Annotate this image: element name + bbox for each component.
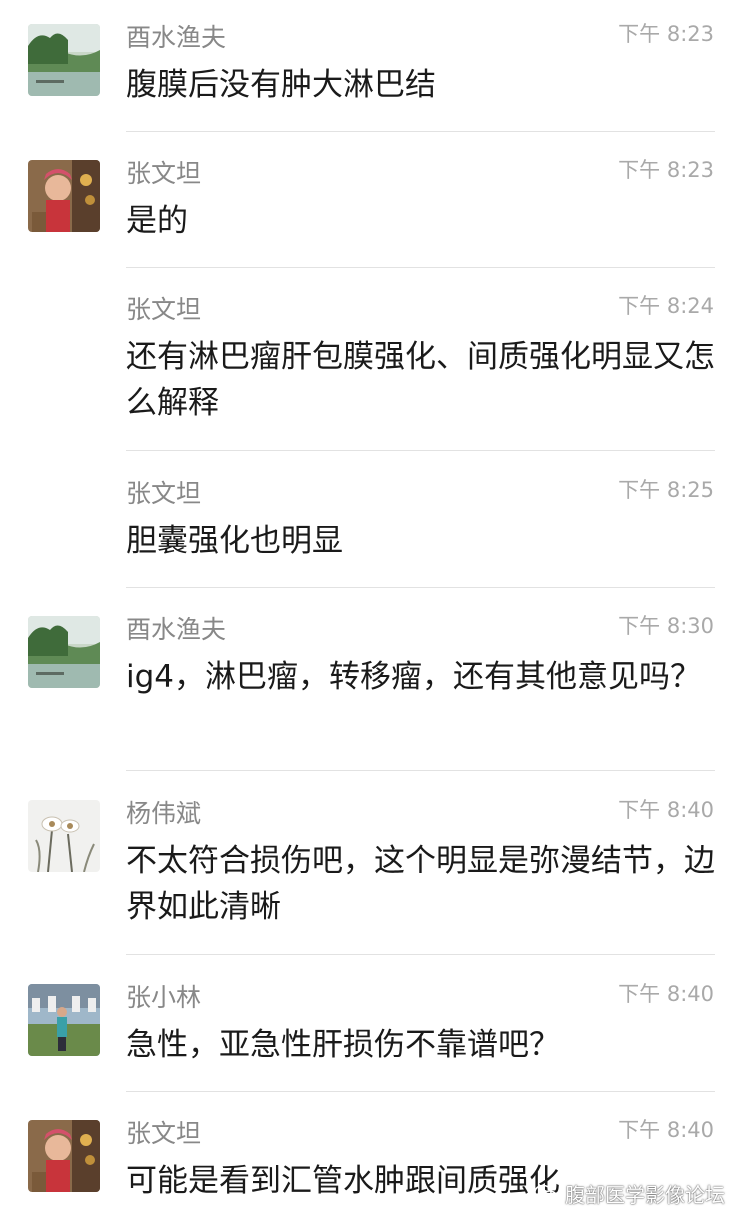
sender-name: 张小林 [126,983,202,1012]
message-time: 下午 8:30 [618,614,714,638]
watermark: 腹部医学影像论坛 [533,1179,725,1208]
message-text: ig4，淋巴瘤，转移瘤，还有其他意见吗？ [126,659,702,695]
sender-name: 张文坦 [126,479,202,508]
message-time: 下午 8:23 [618,158,714,182]
avatar-person-icon[interactable] [28,984,100,1056]
message-text: 胆囊强化也明显 [126,523,343,559]
message-time: 下午 8:40 [618,798,714,822]
avatar-riverside-icon[interactable] [28,24,100,96]
avatar-riverside-icon[interactable] [28,616,100,688]
sender-name: 张文坦 [126,1119,202,1148]
message-text: 急性，亚急性肝损伤不靠谱吧？ [126,1027,560,1063]
message-time: 下午 8:23 [618,22,714,46]
avatar-child-icon[interactable] [28,160,100,232]
sender-name: 酉水渔夫 [126,23,227,52]
sender-name: 张文坦 [126,159,202,188]
divider [126,450,715,451]
message-item[interactable]: 张文坦 下午 8:25 胆囊强化也明显 [0,456,747,588]
message-time: 下午 8:40 [618,982,714,1006]
message-item[interactable]: 张文坦 下午 8:40 可能是看到汇管水肿跟间质强化 [0,1096,747,1230]
sender-name: 杨伟斌 [126,799,202,828]
message-item[interactable]: 张小林 下午 8:40 急性，亚急性肝损伤不靠谱吧？ [0,960,747,1092]
message-time: 下午 8:25 [618,478,714,502]
divider [126,131,715,132]
divider [126,954,715,955]
sender-name: 张文坦 [126,295,202,324]
sender-name: 酉水渔夫 [126,615,227,644]
divider [126,587,715,588]
message-time: 下午 8:40 [618,1118,714,1142]
divider [126,267,715,268]
message-text: 不太符合损伤吧，这个明显是弥漫结节，边界如此清晰 [126,843,715,925]
avatar-child-icon[interactable] [28,1120,100,1192]
avatar-flowers-icon[interactable] [28,800,100,872]
message-text: 是的 [126,203,188,239]
watermark-text: 腹部医学影像论坛 [565,1183,725,1207]
message-item[interactable]: 张文坦 下午 8:23 是的 [0,136,747,268]
divider [126,770,715,771]
wechat-icon [533,1181,559,1207]
divider [126,1091,715,1092]
message-item[interactable]: 酉水渔夫 下午 8:30 ig4，淋巴瘤，转移瘤，还有其他意见吗？ [0,592,747,770]
message-item[interactable]: 酉水渔夫 下午 8:23 腹膜后没有肿大淋巴结 [0,0,747,132]
message-text: 腹膜后没有肿大淋巴结 [126,67,436,103]
message-item[interactable]: 杨伟斌 下午 8:40 不太符合损伤吧，这个明显是弥漫结节，边界如此清晰 [0,776,747,954]
message-item[interactable]: 张文坦 下午 8:24 还有淋巴瘤肝包膜强化、间质强化明显又怎么解释 [0,272,747,450]
message-text: 还有淋巴瘤肝包膜强化、间质强化明显又怎么解释 [126,339,715,421]
message-time: 下午 8:24 [618,294,714,318]
